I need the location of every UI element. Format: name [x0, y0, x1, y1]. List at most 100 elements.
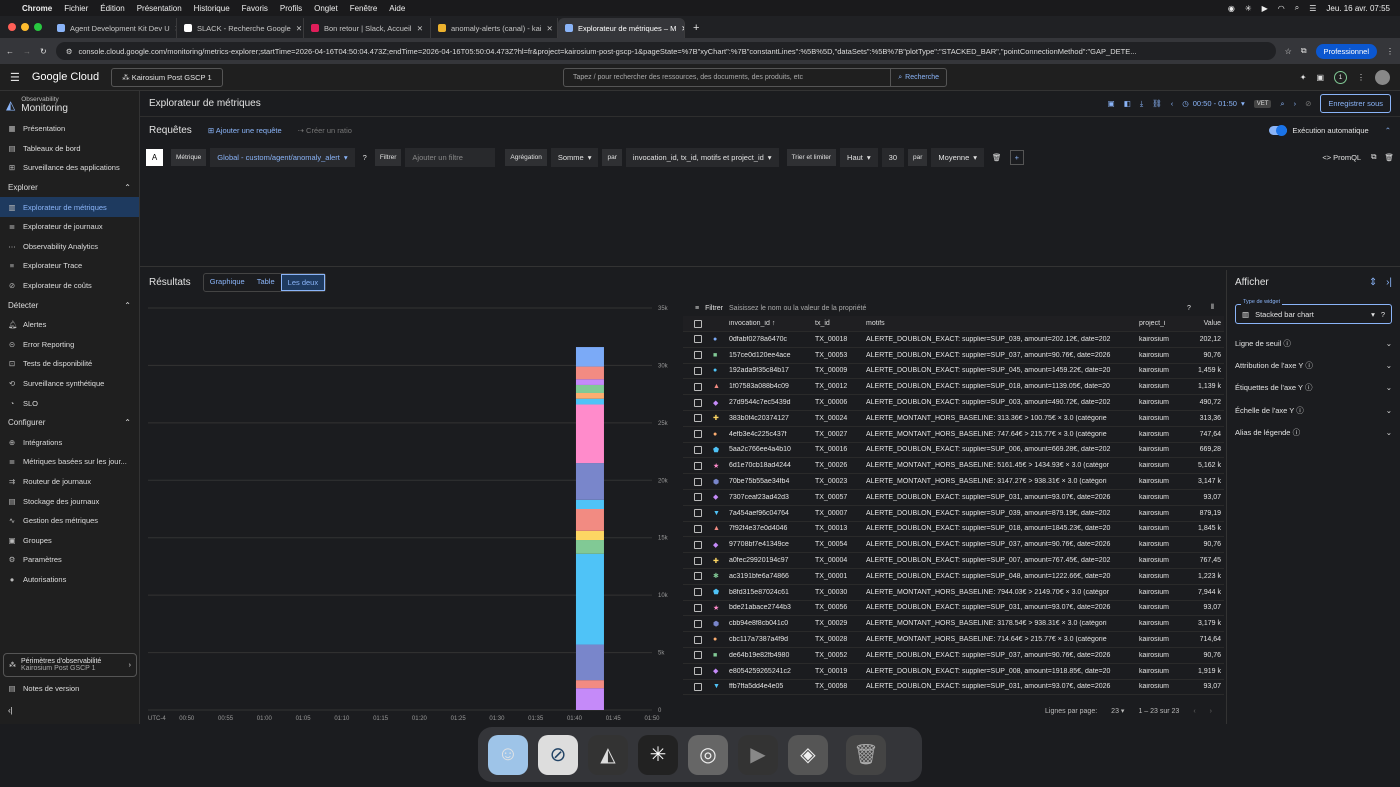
- filter-input[interactable]: Ajouter un filtre: [405, 147, 496, 167]
- row-checkbox[interactable]: [683, 572, 713, 581]
- project-picker[interactable]: ⁂ Kairosium Post GSCP 1: [111, 67, 223, 87]
- limit-input[interactable]: 30: [881, 147, 904, 167]
- row-checkbox[interactable]: [683, 398, 713, 407]
- aggregation-select[interactable]: Somme ▾: [550, 147, 599, 167]
- collapse-icon[interactable]: ⌃: [1385, 126, 1391, 135]
- download-icon[interactable]: ⤓: [1140, 99, 1143, 109]
- close-window-button[interactable]: [8, 23, 16, 31]
- notifications-badge[interactable]: 1: [1334, 70, 1347, 84]
- table-row[interactable]: ★ 6d1e70cb18ad4244 TX_00026 ALERTE_MONTANT_…: [683, 458, 1224, 475]
- accordion-legend-alias[interactable]: Alias de légende ⓘ ⌄: [1227, 422, 1400, 444]
- control-center-icon[interactable]: ☰: [1309, 4, 1316, 13]
- row-checkbox[interactable]: [683, 366, 713, 375]
- view-chart-button[interactable]: Graphique: [204, 274, 251, 291]
- table-row[interactable]: ● cbc117a7387a4f9d TX_00028 ALERTE_MONTANT_…: [683, 632, 1224, 648]
- widget-type-select[interactable]: Type de widget ▥ Stacked bar chart ▾ ?: [1235, 299, 1392, 324]
- bookmark-star-icon[interactable]: ☆: [1285, 47, 1292, 56]
- status-icon[interactable]: ◉: [1228, 4, 1235, 13]
- row-checkbox[interactable]: [683, 524, 713, 533]
- close-tab-icon[interactable]: ✕: [546, 24, 552, 33]
- minimize-window-button[interactable]: [21, 23, 29, 31]
- sidebar-item-log-router[interactable]: ⇉ Routeur de journaux: [0, 472, 139, 492]
- table-row[interactable]: ▲ 7f92f4e37e0d4046 TX_00013 ALERTE_DOUBLON_…: [683, 522, 1224, 538]
- accordion-y-axis-assignment[interactable]: Attribution de l'axe Y ⓘ ⌄: [1227, 354, 1400, 376]
- auto-run-toggle[interactable]: Exécution automatique: [1269, 124, 1369, 136]
- table-row[interactable]: ⬢ 70be75b55ae34fb4 TX_00023 ALERTE_MONTANT_…: [683, 474, 1224, 490]
- sidebar-item-integrations[interactable]: ⊕ Intégrations: [0, 433, 139, 453]
- col-project-id[interactable]: project_i: [1139, 320, 1181, 327]
- sidebar-item-uptime[interactable]: ⊡ Tests de disponibilité: [0, 354, 139, 374]
- help-icon[interactable]: ?: [1381, 310, 1385, 319]
- search-bar[interactable]: Tapez / pour rechercher des ressources, …: [563, 68, 947, 87]
- row-checkbox[interactable]: [683, 445, 713, 454]
- play-icon[interactable]: ▶: [1262, 4, 1268, 13]
- row-checkbox[interactable]: [683, 588, 713, 597]
- browser-tab-active[interactable]: Explorateur de métriques – M✕: [558, 18, 685, 38]
- menu-item[interactable]: Onglet: [314, 4, 338, 13]
- col-invocation-id[interactable]: invocation_id ↑: [729, 320, 815, 327]
- table-row[interactable]: ★ bde21abace2744b3 TX_00056 ALERTE_DOUBLON_…: [683, 601, 1224, 617]
- back-icon[interactable]: ←: [6, 47, 14, 56]
- extensions-icon[interactable]: ⧉: [1301, 46, 1307, 56]
- sidebar-item-trace[interactable]: ≡ Explorateur Trace: [0, 256, 139, 276]
- help-icon[interactable]: ?: [1187, 305, 1191, 312]
- app-icon[interactable]: ◭: [588, 734, 628, 775]
- next-page-icon[interactable]: ›: [1210, 708, 1212, 715]
- search-input[interactable]: Tapez / pour rechercher des ressources, …: [564, 74, 890, 81]
- row-checkbox[interactable]: [683, 493, 713, 502]
- promql-button[interactable]: <> PromQL: [1322, 153, 1361, 162]
- rows-per-page-select[interactable]: 23 ▾: [1111, 707, 1124, 715]
- new-tab-icon[interactable]: +: [685, 22, 707, 38]
- row-checkbox[interactable]: [683, 619, 713, 628]
- table-row[interactable]: ⬟ b8fd315e87024c61 TX_00030 ALERTE_MONTANT_…: [683, 585, 1224, 601]
- table-row[interactable]: ◆ 97708bf7e41349ce TX_00054 ALERTE_DOUBLON_…: [683, 537, 1224, 554]
- observability-scope-button[interactable]: ⁂ Périmètres d'observabilité Kairosium Po…: [3, 653, 137, 677]
- row-checkbox[interactable]: [683, 382, 713, 391]
- time-forward-icon[interactable]: ›: [1294, 99, 1297, 108]
- view-table-button[interactable]: Table: [251, 274, 281, 291]
- chart-svg[interactable]: 35k 30k 25k 20k 15k 10k 5k 0 UTC-4 00:50 00:55 01:0…: [140, 300, 680, 724]
- table-row[interactable]: ▲ 1f07583a088b4c09 TX_00012 ALERTE_DOUBLON_…: [683, 379, 1224, 396]
- row-checkbox[interactable]: [683, 509, 713, 518]
- table-row[interactable]: ● 0dfabf0278a6470c TX_00018 ALERTE_DOUBLON_…: [683, 332, 1224, 348]
- view-both-button[interactable]: Les deux: [280, 273, 326, 291]
- browser-tab[interactable]: anomaly-alerts (canal) - kai ✕: [431, 18, 558, 38]
- sidebar-item-logs-explorer[interactable]: ≣ Explorateur de journaux: [0, 217, 139, 237]
- row-checkbox[interactable]: [683, 414, 713, 423]
- browser-tab[interactable]: Agent Development Kit Dev U✕: [50, 18, 177, 38]
- col-tx-id[interactable]: tx_id: [815, 320, 866, 327]
- sidebar-item-settings[interactable]: ⚙ Paramètres: [0, 550, 139, 570]
- gemini-icon[interactable]: ✦: [1300, 73, 1307, 82]
- widget-icon[interactable]: ▣: [1108, 99, 1115, 108]
- add-clause-icon[interactable]: +: [1009, 149, 1024, 165]
- table-row[interactable]: ⬢ cbb94e8f8cb041c0 TX_00029 ALERTE_MONTANT_…: [683, 616, 1224, 633]
- menu-item[interactable]: Aide: [389, 4, 405, 13]
- menu-item[interactable]: Édition: [100, 4, 124, 13]
- row-checkbox[interactable]: [683, 651, 713, 660]
- finder-icon[interactable]: ☺: [488, 734, 528, 775]
- row-checkbox[interactable]: [683, 556, 713, 565]
- menu-item[interactable]: Profils: [280, 4, 302, 13]
- table-row[interactable]: ✚ 383b0f4c20374127 TX_00024 ALERTE_MONTANT_…: [683, 411, 1224, 427]
- app-cube-icon[interactable]: ◈: [788, 734, 828, 775]
- expand-icon[interactable]: ⇕: [1369, 277, 1377, 288]
- accordion-y-axis-labels[interactable]: Étiquettes de l'axe Y ⓘ ⌄: [1227, 377, 1400, 399]
- chrome-menu-icon[interactable]: ⋮: [1386, 47, 1394, 56]
- sidebar-item-metrics-explorer[interactable]: ▥ Explorateur de métriques: [0, 197, 139, 217]
- delete-icon[interactable]: 🗑︎: [988, 153, 1006, 162]
- sidebar-section-detect[interactable]: Détecter ⌃: [0, 295, 139, 315]
- row-checkbox[interactable]: [683, 667, 713, 676]
- table-row[interactable]: ■ 157ce0d120ee4ace TX_00053 ALERTE_DOUBLON_…: [683, 348, 1224, 364]
- menu-item[interactable]: Favoris: [242, 4, 268, 13]
- delete-query-icon[interactable]: 🗑︎: [1384, 153, 1394, 162]
- sidebar-item-costs[interactable]: ⊘ Explorateur de coûts: [0, 276, 139, 296]
- table-row[interactable]: ⬟ 5aa2c766ee4a4b10 TX_00016 ALERTE_DOUBLON_…: [683, 443, 1224, 459]
- sidebar-item-error-reporting[interactable]: ⊝ Error Reporting: [0, 335, 139, 355]
- row-checkbox[interactable]: [683, 540, 713, 549]
- stacked-bar-chart[interactable]: 35k 30k 25k 20k 15k 10k 5k 0 UTC-4 00:50 00:55 01:0…: [140, 300, 680, 724]
- browser-tab[interactable]: Bon retour | Slack, Accueil ✕: [304, 18, 431, 38]
- row-checkbox[interactable]: [683, 335, 713, 344]
- columns-icon[interactable]: ⦀: [1211, 304, 1214, 312]
- table-row[interactable]: ✚ a0fec29920194c97 TX_00004 ALERTE_DOUBLON_…: [683, 553, 1224, 569]
- table-row[interactable]: ▼ 7a454aef96c04764 TX_00007 ALERTE_DOUBLON_…: [683, 506, 1224, 522]
